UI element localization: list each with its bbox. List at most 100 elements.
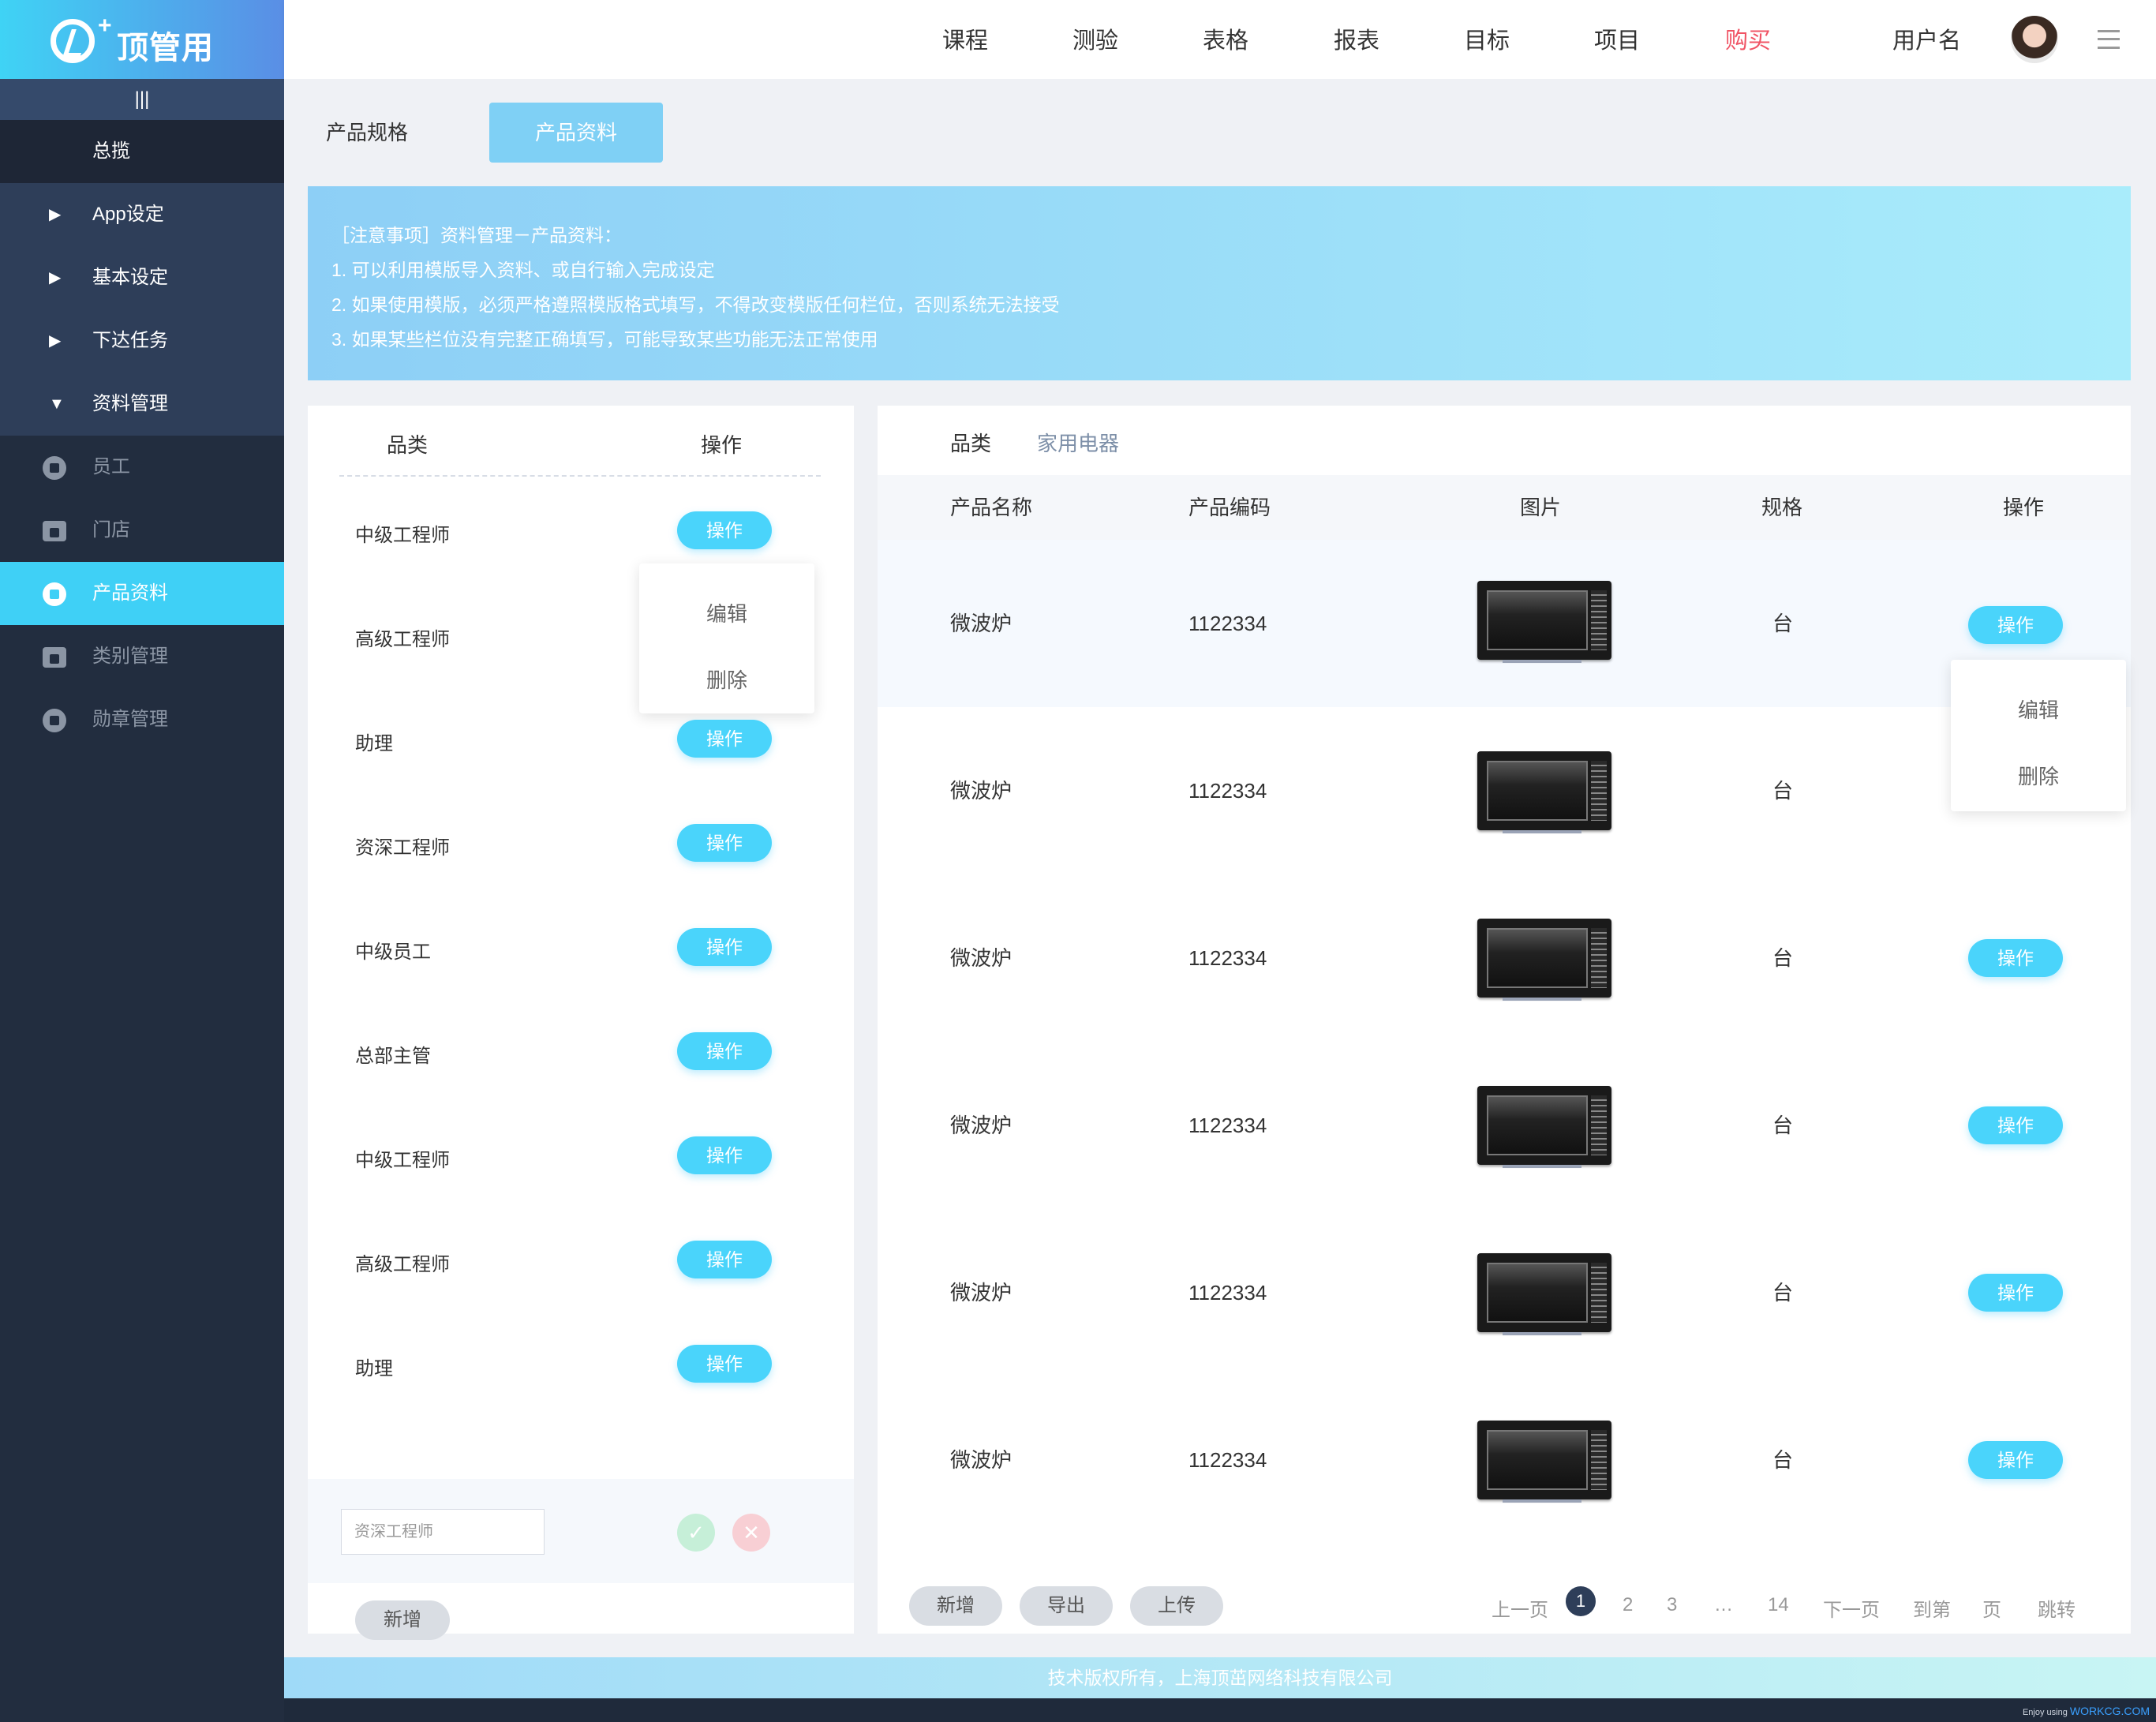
product-code: 1122334 [1188,1448,1267,1472]
edit-menu-item[interactable]: 编辑 [639,598,814,627]
page-3-button[interactable]: 3 [1667,1594,1677,1616]
logo-plus: + [98,13,112,39]
product-name: 微波炉 [950,779,1012,803]
action-button[interactable]: 操作 [1968,606,2063,644]
sidebar-item-assign-task[interactable]: ▶ 下达任务 [0,309,284,372]
table-row: 微波炉 1122334 台 [878,707,2131,874]
action-button[interactable]: 操作 [677,1032,772,1070]
product-name: 微波炉 [950,1114,1012,1137]
list-item: 总部主管 [355,1046,431,1067]
nav-reports[interactable]: 报表 [1334,0,1379,82]
edit-row: 资深工程师 ✓ ✕ [308,1479,854,1583]
sidebar-item-medal-management[interactable]: 勋章管理 [0,688,284,751]
col-product-name: 产品名称 [950,496,1033,519]
staff-icon [43,456,66,480]
jump-button[interactable]: 跳转 [2038,1594,2076,1622]
logo[interactable]: + 顶管用 [0,0,284,79]
credit-watermark: Enjoy using WORKCG.COM [2023,1705,2150,1717]
product-unit: 台 [1772,1114,1794,1137]
add-button[interactable]: 新增 [909,1586,1002,1626]
product-unit: 台 [1772,1281,1794,1305]
notice-line: 3. 如果某些栏位没有完整正确填写，可能导致某些功能无法正常使用 [331,329,878,350]
sidebar-item-product-data[interactable]: 产品资料 [0,562,284,625]
microwave-image [1471,1416,1618,1503]
confirm-check-icon[interactable]: ✓ [677,1514,715,1552]
delete-menu-item[interactable]: 删除 [639,664,814,694]
medal-icon [43,709,66,732]
nav-forms[interactable]: 表格 [1203,0,1248,82]
action-button[interactable]: 操作 [1968,1274,2063,1312]
sidebar-collapse-button[interactable]: ||| [0,79,284,120]
sidebar-item-store[interactable]: 门店 [0,499,284,562]
sidebar-item-label: 员工 [92,456,130,477]
divider [339,475,821,477]
cancel-close-icon[interactable]: ✕ [732,1514,770,1552]
edit-menu-item[interactable]: 编辑 [1951,694,2126,724]
col-action-header: 操作 [701,433,743,457]
page-label: 页 [1982,1600,2001,1621]
action-button[interactable]: 操作 [1968,1441,2063,1479]
action-button[interactable]: 操作 [677,1345,772,1383]
tab-product-data[interactable]: 产品资料 [489,103,663,163]
action-button[interactable]: 操作 [677,824,772,862]
sidebar-item-staff[interactable]: 员工 [0,436,284,499]
product-name: 微波炉 [950,946,1012,970]
action-button[interactable]: 操作 [677,928,772,966]
caret-down-icon: ▼ [49,395,65,413]
sidebar-item-basic-settings[interactable]: ▶ 基本设定 [0,246,284,309]
username[interactable]: 用户名 [1892,0,1961,82]
action-button[interactable]: 操作 [677,1241,772,1278]
menu-icon[interactable] [2098,30,2120,49]
sidebar: + 顶管用 ||| 总揽 ▶ App设定 ▶ 基本设定 ▶ 下达任务 ▼ 资料管… [0,0,284,1722]
page-1-button[interactable]: 1 [1566,1586,1596,1616]
product-code: 1122334 [1188,946,1267,970]
logo-text: 顶管用 [117,31,214,66]
footer-copyright: 技术版权所有，上海顶茁网络科技有限公司 [284,1657,2156,1698]
category-input[interactable]: 资深工程师 [341,1509,545,1555]
next-page-link[interactable]: 下一页 [1823,1594,1880,1622]
nav-goals[interactable]: 目标 [1464,0,1510,82]
sidebar-item-overview[interactable]: 总揽 [0,120,284,183]
microwave-image [1471,576,1618,663]
sidebar-item-data-management[interactable]: ▼ 资料管理 [0,372,284,436]
delete-menu-item[interactable]: 删除 [1951,761,2126,790]
nav-projects[interactable]: 项目 [1594,0,1640,82]
product-code: 1122334 [1188,1281,1267,1305]
caret-right-icon: ▶ [49,269,62,286]
nav-quiz[interactable]: 测验 [1072,0,1118,82]
nav-courses[interactable]: 课程 [942,0,988,82]
notice-line: 2. 如果使用模版，必须严格遵照模版格式填写，不得改变模版任何栏位，否则系统无法… [331,294,1060,315]
microwave-image [1471,747,1618,833]
document-icon [43,582,66,606]
list-item: 高级工程师 [355,1254,450,1275]
col-image: 图片 [1520,496,1562,519]
page-ellipsis: … [1714,1594,1733,1615]
sidebar-item-label: 类别管理 [92,646,168,667]
sidebar-item-category-management[interactable]: 类别管理 [0,625,284,688]
tab-product-spec[interactable]: 产品规格 [308,103,426,163]
action-button[interactable]: 操作 [677,1136,772,1174]
microwave-image [1471,1081,1618,1168]
page-14-button[interactable]: 14 [1768,1594,1789,1616]
add-category-button[interactable]: 新增 [355,1600,450,1640]
export-button[interactable]: 导出 [1020,1586,1113,1626]
action-button[interactable]: 操作 [1968,939,2063,977]
action-button[interactable]: 操作 [677,720,772,758]
upload-button[interactable]: 上传 [1130,1586,1223,1626]
list-item: 助理 [355,1358,393,1379]
table-row: 微波炉 1122334 台 操作 [878,540,2131,707]
product-unit: 台 [1772,946,1794,970]
page-2-button[interactable]: 2 [1623,1594,1633,1616]
product-unit: 台 [1772,1448,1794,1472]
notice-line: 1. 可以利用模版导入资料、或自行输入完成设定 [331,260,715,280]
category-value[interactable]: 家用电器 [1037,428,1119,457]
action-button[interactable]: 操作 [677,511,772,549]
nav-buy[interactable]: 购买 [1725,0,1771,82]
prev-page-link[interactable]: 上一页 [1492,1594,1548,1622]
sidebar-item-app-settings[interactable]: ▶ App设定 [0,183,284,246]
avatar[interactable] [2011,16,2058,63]
store-icon [43,521,66,541]
action-popup: 编辑 删除 [1951,660,2126,811]
top-header: 课程 测验 表格 报表 目标 项目 购买 用户名 [284,0,2156,79]
action-button[interactable]: 操作 [1968,1106,2063,1144]
